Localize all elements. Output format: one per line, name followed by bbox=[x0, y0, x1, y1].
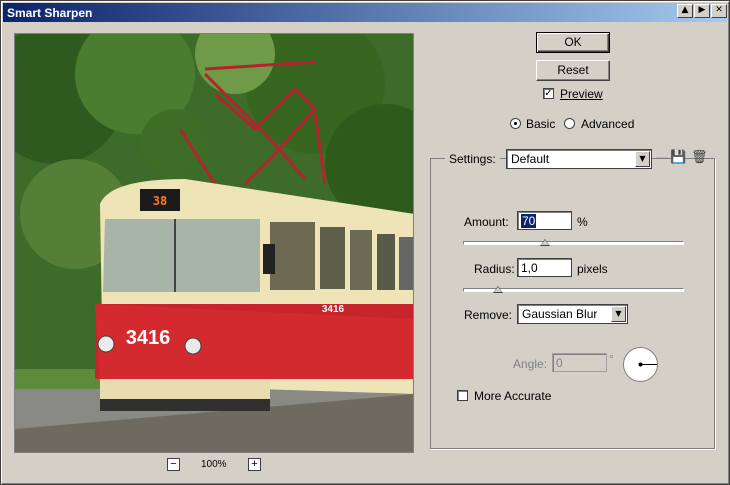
radius-label: Radius: bbox=[474, 262, 515, 276]
advanced-label: Advanced bbox=[581, 117, 635, 131]
divider-dash: — bbox=[656, 150, 668, 164]
settings-label: Settings: bbox=[445, 152, 500, 166]
radius-slider-thumb[interactable] bbox=[493, 286, 504, 293]
more-accurate-checkbox[interactable] bbox=[457, 390, 468, 401]
settings-value: Default bbox=[511, 152, 550, 166]
preview-checkbox[interactable]: ✓ bbox=[543, 88, 554, 99]
chevron-down-icon[interactable]: ▼ bbox=[611, 306, 626, 322]
tram-number-side: 3416 bbox=[322, 304, 345, 315]
amount-slider-track[interactable] bbox=[463, 241, 684, 245]
trash-icon[interactable]: 🗑 bbox=[691, 150, 708, 165]
amount-label: Amount: bbox=[464, 215, 509, 229]
chevron-down-icon[interactable]: ▼ bbox=[635, 151, 650, 167]
zoom-in-button[interactable]: + bbox=[248, 458, 261, 471]
restore-icon[interactable]: ▶ bbox=[694, 4, 710, 18]
title-bar: Smart Sharpen bbox=[3, 3, 727, 22]
more-accurate-label: More Accurate bbox=[474, 389, 552, 403]
smart-sharpen-dialog: Smart Sharpen ▲ ▶ ✕ 38 3416 3416 − 100% … bbox=[0, 0, 730, 485]
tram-number: 3416 bbox=[126, 327, 171, 349]
save-settings-icon[interactable]: 💾 bbox=[670, 150, 686, 165]
ok-button[interactable]: OK bbox=[536, 32, 610, 53]
basic-label: Basic bbox=[526, 117, 556, 131]
angle-unit: ° bbox=[609, 352, 614, 366]
amount-slider-thumb[interactable] bbox=[539, 239, 550, 246]
amount-input[interactable]: 70 bbox=[517, 211, 572, 230]
preview-label: Preview bbox=[560, 87, 603, 101]
basic-radio[interactable] bbox=[510, 118, 521, 129]
zoom-level: 100% bbox=[201, 459, 227, 470]
tram-route-display: 38 bbox=[153, 194, 167, 208]
radius-value: 1,0 bbox=[521, 261, 538, 275]
angle-value: 0 bbox=[556, 356, 563, 370]
settings-select[interactable]: Default ▼ bbox=[506, 149, 652, 169]
radius-unit: pixels bbox=[577, 262, 608, 276]
angle-dial bbox=[623, 347, 658, 382]
reset-button[interactable]: Reset bbox=[536, 60, 610, 81]
remove-select[interactable]: Gaussian Blur ▼ bbox=[517, 304, 628, 324]
angle-label: Angle: bbox=[513, 357, 548, 371]
remove-value: Gaussian Blur bbox=[522, 307, 598, 321]
amount-value: 70 bbox=[521, 214, 537, 228]
angle-input: 0 bbox=[552, 353, 607, 372]
preview-image[interactable]: 38 3416 3416 bbox=[14, 33, 414, 453]
window-title: Smart Sharpen bbox=[7, 6, 93, 20]
minimize-icon[interactable]: ▲ bbox=[677, 4, 693, 18]
advanced-radio[interactable] bbox=[564, 118, 575, 129]
amount-unit: % bbox=[577, 215, 588, 229]
radius-input[interactable]: 1,0 bbox=[517, 258, 572, 277]
tram-photo: 38 3416 3416 bbox=[15, 34, 413, 452]
remove-label: Remove: bbox=[464, 308, 513, 322]
close-icon[interactable]: ✕ bbox=[711, 4, 727, 18]
zoom-out-button[interactable]: − bbox=[167, 458, 180, 471]
